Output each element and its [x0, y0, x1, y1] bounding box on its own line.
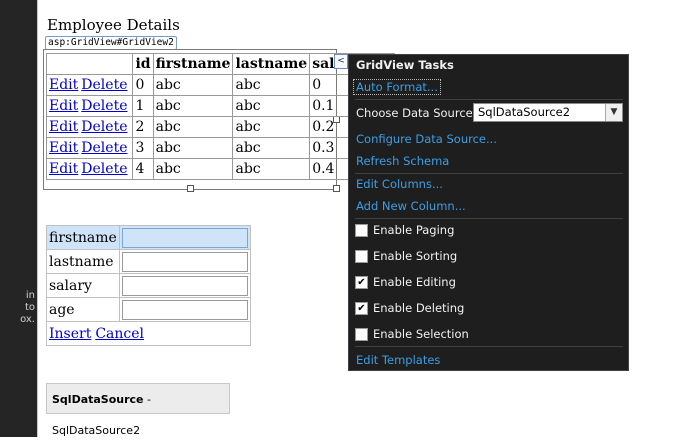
divider: [355, 346, 623, 347]
detailsview-row: firstname: [46, 225, 251, 250]
delete-link[interactable]: Delete: [81, 161, 127, 177]
tasks-title: GridView Tasks: [356, 58, 454, 72]
command-cell: Edit Delete: [45, 95, 134, 117]
age-field[interactable]: [121, 299, 248, 320]
detailsview-command-row: Insert Cancel: [46, 321, 251, 346]
resize-handle-corner[interactable]: [333, 185, 340, 192]
smart-tag-chevron-icon[interactable]: <: [334, 54, 348, 69]
delete-link[interactable]: Delete: [81, 119, 127, 135]
side-hint-text: in to ox.: [20, 290, 35, 325]
firstname-field[interactable]: [121, 227, 248, 248]
sqldatasource-type: SqlDataSource: [52, 393, 144, 406]
edit-link[interactable]: Edit: [49, 161, 78, 177]
command-cell: Edit Delete: [45, 158, 134, 180]
table-row: EditDelete 4 abc abc 0.4 0: [45, 158, 395, 180]
add-new-column-link[interactable]: Add New Column...: [356, 199, 466, 213]
sqldatasource-control[interactable]: SqlDataSource - SqlDataSource2: [46, 383, 230, 437]
enable-paging-label: Enable Paging: [373, 223, 455, 237]
edit-templates-link[interactable]: Edit Templates: [356, 353, 440, 367]
cell-firstname: abc: [152, 116, 234, 138]
delete-link[interactable]: Delete: [81, 98, 127, 114]
cell-id: 4: [132, 158, 154, 180]
table-row: EditDelete 3 abc abc 0.3 1: [45, 137, 395, 159]
table-row: EditDelete 0 abc abc 0 0: [45, 74, 395, 96]
cell-lastname: abc: [232, 158, 311, 180]
edit-link[interactable]: Edit: [49, 140, 78, 156]
cell-id: 2: [132, 116, 154, 138]
data-source-value: SqlDataSource2: [478, 105, 571, 119]
divider: [355, 173, 623, 174]
edit-columns-link[interactable]: Edit Columns...: [356, 177, 443, 191]
command-cell: Edit Delete: [45, 137, 134, 159]
field-label: firstname: [46, 225, 120, 250]
detailsview-table: firstname lastname salary age Insert Canc…: [46, 225, 251, 346]
cell-firstname: abc: [152, 158, 234, 180]
cell-firstname: abc: [152, 95, 234, 117]
cell-lastname: abc: [232, 74, 311, 96]
cell-lastname: abc: [232, 137, 311, 159]
enable-editing-label: Enable Editing: [373, 275, 456, 289]
lastname-field[interactable]: [121, 251, 248, 272]
table-row: EditDelete 2 abc abc 0.2 0: [45, 116, 395, 138]
field-label: age: [46, 297, 120, 322]
enable-deleting-checkbox[interactable]: ✔: [355, 302, 368, 315]
gridview-tag[interactable]: asp:GridView#GridView2: [45, 36, 177, 50]
detailsview-row: age: [46, 297, 251, 322]
enable-editing-checkbox[interactable]: ✔: [355, 276, 368, 289]
cell-id: 3: [132, 137, 154, 159]
checkmark-icon: ✔: [357, 303, 366, 314]
field-label: lastname: [46, 249, 120, 274]
cell-id: 0: [132, 74, 154, 96]
delete-link[interactable]: Delete: [81, 77, 127, 93]
column-header: lastname: [232, 53, 311, 75]
gridview-table: id firstname lastname salary age EditDel…: [45, 53, 395, 180]
enable-selection-checkbox[interactable]: [355, 328, 368, 341]
page-heading: Employee Details: [47, 16, 180, 34]
enable-paging-checkbox[interactable]: [355, 224, 368, 237]
salary-field[interactable]: [121, 275, 248, 296]
edit-link[interactable]: Edit: [49, 119, 78, 135]
enable-selection-label: Enable Selection: [373, 327, 469, 341]
command-cell: Edit Delete: [45, 74, 134, 96]
command-cell: Edit Delete: [45, 116, 134, 138]
checkmark-icon: ✔: [357, 277, 366, 288]
refresh-schema-link[interactable]: Refresh Schema: [356, 154, 449, 168]
column-header: [45, 53, 134, 75]
cell-id: 1: [132, 95, 154, 117]
cell-firstname: abc: [152, 137, 234, 159]
divider: [355, 218, 623, 219]
column-header: id: [132, 53, 154, 75]
editor-gutter: [37, 0, 38, 437]
side-panel: in to ox.: [0, 0, 37, 437]
configure-data-source-link[interactable]: Configure Data Source...: [356, 132, 497, 146]
divider: [355, 99, 623, 100]
edit-link[interactable]: Edit: [49, 77, 78, 93]
table-row: EditDelete 1 abc abc 0.1 1: [45, 95, 395, 117]
enable-sorting-label: Enable Sorting: [373, 249, 458, 263]
detailsview-row: salary: [46, 273, 251, 298]
auto-format-link[interactable]: Auto Format...: [353, 79, 441, 95]
enable-deleting-label: Enable Deleting: [373, 301, 465, 315]
cancel-link[interactable]: Cancel: [95, 326, 144, 342]
field-label: salary: [46, 273, 120, 298]
cell-lastname: abc: [232, 116, 311, 138]
delete-link[interactable]: Delete: [81, 140, 127, 156]
cell-firstname: abc: [152, 74, 234, 96]
edit-link[interactable]: Edit: [49, 98, 78, 114]
resize-handle-bottom[interactable]: [187, 185, 194, 192]
choose-data-source-label: Choose Data Source:: [356, 106, 477, 120]
gridview-tasks-panel: GridView Tasks Auto Format... Choose Dat…: [348, 54, 629, 371]
enable-sorting-checkbox[interactable]: [355, 250, 368, 263]
insert-link[interactable]: Insert: [49, 326, 91, 342]
column-header: firstname: [152, 53, 234, 75]
cell-lastname: abc: [232, 95, 311, 117]
detailsview-row: lastname: [46, 249, 251, 274]
data-source-select[interactable]: SqlDataSource2 ▼: [473, 103, 623, 122]
chevron-down-icon: ▼: [605, 104, 622, 121]
